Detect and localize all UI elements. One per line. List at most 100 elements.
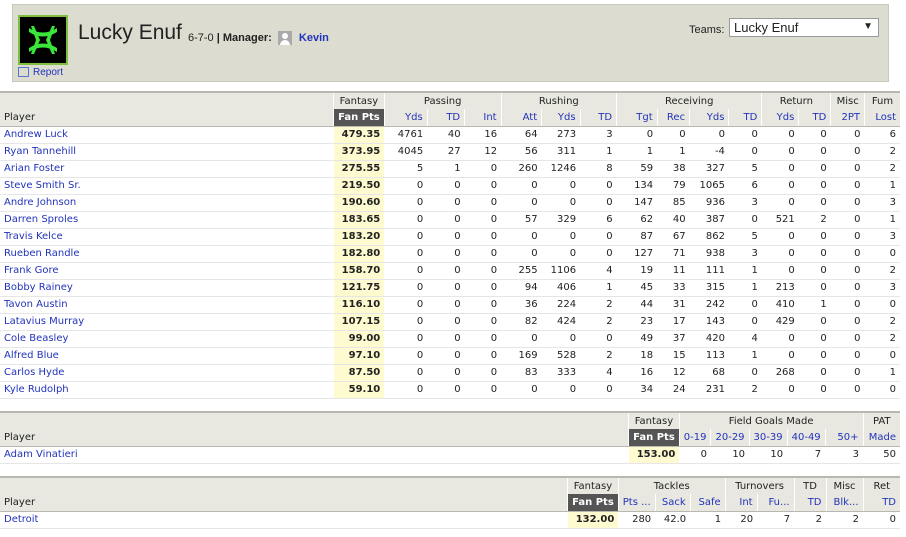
column-header[interactable]: TD: [862, 494, 900, 512]
stat-cell: 1: [657, 143, 690, 161]
fantasy-points: 59.10: [333, 381, 385, 399]
stat-cell: 5: [384, 160, 428, 178]
stat-cell: 0: [798, 160, 831, 178]
column-header[interactable]: Yds: [383, 109, 428, 127]
fantasy-points: 107.15: [333, 313, 385, 331]
player-link[interactable]: Andrew Luck: [0, 126, 334, 144]
column-header[interactable]: Tgt: [616, 109, 658, 127]
stat-cell: 1: [728, 262, 762, 280]
team-logo: [18, 15, 68, 65]
fantasy-points: 219.50: [333, 177, 385, 195]
player-link[interactable]: Carlos Hyde: [0, 364, 334, 382]
column-header[interactable]: Yds: [761, 109, 799, 127]
group-header: Fantasy: [333, 91, 385, 109]
stat-cell: 0: [798, 126, 831, 144]
player-link[interactable]: Darren Sproles: [0, 211, 334, 229]
stat-cell: 0: [728, 364, 762, 382]
player-link[interactable]: Andre Johnson: [0, 194, 334, 212]
stat-cell: 329: [541, 211, 581, 229]
player-link[interactable]: Adam Vinatieri: [0, 446, 629, 464]
column-header[interactable]: Att: [500, 109, 542, 127]
column-header[interactable]: TD: [793, 494, 827, 512]
column-header[interactable]: Yds: [689, 109, 729, 127]
player-link[interactable]: Bobby Rainey: [0, 279, 334, 297]
stat-cell: 2: [580, 347, 617, 365]
stat-cell: 0: [798, 313, 831, 331]
column-header[interactable]: TD: [426, 109, 465, 127]
table-row: Andrew Luck 479.35 4761 40 16 64 273 3 0 0 0 0 0 0 0 6: [0, 126, 900, 144]
stat-cell: 1: [580, 143, 617, 161]
stat-cell: 0: [501, 330, 542, 348]
column-header[interactable]: 50+: [824, 429, 863, 447]
stat-cell: 0: [541, 194, 581, 212]
stat-cell: 0: [863, 511, 900, 529]
stat-cell: 42.0: [655, 511, 691, 529]
player-link[interactable]: Frank Gore: [0, 262, 334, 280]
teams-dropdown[interactable]: Lucky Enuf ▼: [729, 18, 879, 37]
column-header[interactable]: Fan Pts: [567, 494, 619, 512]
column-header[interactable]: Blk...: [825, 494, 863, 512]
column-header[interactable]: 2PT: [830, 109, 865, 127]
report-link[interactable]: Report: [18, 67, 63, 78]
player-link[interactable]: Cole Beasley: [0, 330, 334, 348]
column-header[interactable]: Safe: [689, 494, 726, 512]
column-header[interactable]: Sack: [654, 494, 691, 512]
stat-cell: 0: [798, 347, 831, 365]
stat-cell: 1: [864, 211, 900, 229]
player-link[interactable]: Arian Foster: [0, 160, 334, 178]
stat-cell: 2: [864, 262, 900, 280]
table-row: Adam Vinatieri 153.00 0 10 10 7 3 50: [0, 446, 900, 464]
stat-cell: 0: [464, 330, 502, 348]
column-header[interactable]: Made: [862, 429, 900, 447]
stat-cell: 0: [830, 245, 865, 263]
stat-cell: 71: [657, 245, 690, 263]
column-header[interactable]: TD: [728, 109, 762, 127]
column-header[interactable]: 0-19: [678, 429, 711, 447]
stat-cell: 0: [427, 347, 465, 365]
kicker-stats-table: Fantasy Field Goals Made PAT Player Fan Pts 0…: [0, 411, 900, 464]
player-link[interactable]: Rueben Randle: [0, 245, 334, 263]
column-header[interactable]: TD: [798, 109, 831, 127]
column-header[interactable]: Fan Pts: [628, 429, 680, 447]
stat-cell: 134: [616, 177, 658, 195]
stat-cell: 3: [864, 228, 900, 246]
player-link[interactable]: Detroit: [0, 511, 568, 529]
player-link[interactable]: Kyle Rudolph: [0, 381, 334, 399]
player-link[interactable]: Tavon Austin: [0, 296, 334, 314]
column-header[interactable]: Fu...: [756, 494, 795, 512]
stat-cell: 40: [657, 211, 690, 229]
stat-cell: 0: [798, 194, 831, 212]
group-header: TD: [793, 476, 827, 494]
column-header[interactable]: Pts ...: [617, 494, 656, 512]
stat-cell: 0: [864, 296, 900, 314]
column-header[interactable]: Int: [724, 494, 758, 512]
column-header[interactable]: Fan Pts: [333, 109, 385, 127]
player-link[interactable]: Latavius Murray: [0, 313, 334, 331]
stat-cell: 27: [427, 143, 465, 161]
stat-cell: 83: [501, 364, 542, 382]
column-header[interactable]: Int: [464, 109, 502, 127]
manager-link[interactable]: Kevin: [299, 32, 329, 44]
column-header[interactable]: Lost: [864, 109, 900, 127]
column-header[interactable]: 30-39: [748, 429, 788, 447]
stat-cell: 3: [864, 194, 900, 212]
column-header[interactable]: Yds: [541, 109, 581, 127]
stat-cell: 521: [761, 211, 799, 229]
stat-cell: 0: [830, 211, 865, 229]
column-header[interactable]: TD: [579, 109, 617, 127]
player-link[interactable]: Ryan Tannehill: [0, 143, 334, 161]
column-header[interactable]: Rec: [656, 109, 690, 127]
stat-cell: 224: [541, 296, 581, 314]
stat-cell: 67: [657, 228, 690, 246]
player-link[interactable]: Steve Smith Sr.: [0, 177, 334, 195]
stat-cell: 0: [384, 245, 428, 263]
column-header[interactable]: 20-29: [710, 429, 750, 447]
column-header-row: Player Fan Pts 0-19 20-29 30-39 40-49 50+ Made: [0, 429, 900, 447]
column-header[interactable]: 40-49: [786, 429, 826, 447]
stat-cell: 0: [427, 262, 465, 280]
stat-cell: 862: [689, 228, 729, 246]
table-row: Arian Foster 275.55 5 1 0 260 1246 8 59 38 327 5 0 0 0…: [0, 160, 900, 178]
player-link[interactable]: Travis Kelce: [0, 228, 334, 246]
group-header-blank: [0, 91, 334, 109]
player-link[interactable]: Alfred Blue: [0, 347, 334, 365]
